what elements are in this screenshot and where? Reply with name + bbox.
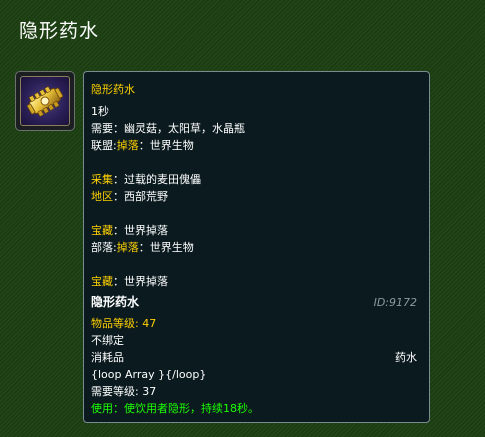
item-name: 隐形药水 bbox=[91, 295, 140, 309]
alliance-value: 世界生物 bbox=[149, 139, 194, 152]
item-type: 药水 bbox=[395, 351, 417, 364]
page-title: 隐形药水 bbox=[19, 20, 100, 42]
gather-label: 采集 bbox=[91, 173, 113, 186]
item-id: ID:9172 bbox=[373, 296, 417, 309]
horde-value: 世界生物 bbox=[149, 241, 194, 254]
cast-time: 1秒 bbox=[91, 105, 109, 118]
requires-line: 需要：幽灵菇，太阳草，水晶瓶 bbox=[91, 120, 245, 137]
zone-label: 地区 bbox=[91, 190, 113, 203]
zone-sep: ： bbox=[113, 190, 124, 203]
horde-label: 部落: bbox=[91, 241, 117, 254]
requires-value: 幽灵菇，太阳草，水晶瓶 bbox=[124, 122, 245, 135]
tooltip-header-name: 隐形药水 bbox=[91, 83, 135, 96]
zone-value[interactable]: 西部荒野 bbox=[124, 190, 168, 203]
gather-value[interactable]: 过载的麦田傀儡 bbox=[124, 173, 201, 186]
treasure-line-1: 宝藏：世界掉落 bbox=[91, 222, 168, 239]
item-icon-frame[interactable] bbox=[15, 71, 75, 131]
treasure-label-1: 宝藏 bbox=[91, 224, 113, 237]
item-level: 物品等级: 47 bbox=[91, 317, 157, 330]
treasure-sep-2: ： bbox=[113, 275, 124, 288]
alliance-source-line: 联盟:掉落：世界生物 bbox=[91, 137, 194, 154]
consumable-text: 消耗品 bbox=[91, 351, 124, 364]
gather-line: 采集：过载的麦田傀儡 bbox=[91, 171, 201, 188]
required-level: 需要等级: 37 bbox=[91, 385, 157, 398]
alliance-label: 联盟: bbox=[91, 139, 117, 152]
gather-sep: ： bbox=[113, 173, 124, 186]
zone-line: 地区：西部荒野 bbox=[91, 188, 168, 205]
treasure-value-2: 世界掉落 bbox=[124, 275, 168, 288]
treasure-value-1: 世界掉落 bbox=[124, 224, 168, 237]
loop-placeholder: {loop Array }{/loop} bbox=[91, 368, 207, 381]
gear-icon-graphic bbox=[26, 86, 64, 117]
horde-drop-label: 掉落 bbox=[116, 241, 139, 254]
treasure-line-2: 宝藏：世界掉落 bbox=[91, 273, 168, 290]
alliance-sep: ： bbox=[138, 139, 150, 152]
horde-source-line: 部落:掉落：世界生物 bbox=[91, 239, 194, 256]
treasure-sep-1: ： bbox=[113, 224, 124, 237]
use-effect: 使用：使饮用者隐形，持续18秒。 bbox=[91, 402, 259, 415]
item-tooltip: 隐形药水 1秒 需要：幽灵菇，太阳草，水晶瓶 联盟:掉落：世界生物 采集：过载的… bbox=[83, 71, 430, 423]
alliance-drop-label: 掉落 bbox=[116, 139, 139, 152]
horde-sep: ： bbox=[138, 241, 150, 254]
treasure-label-2: 宝藏 bbox=[91, 275, 113, 288]
gear-icon bbox=[20, 76, 70, 126]
requires-label: 需要： bbox=[91, 122, 124, 135]
binding-text: 不绑定 bbox=[91, 334, 124, 347]
